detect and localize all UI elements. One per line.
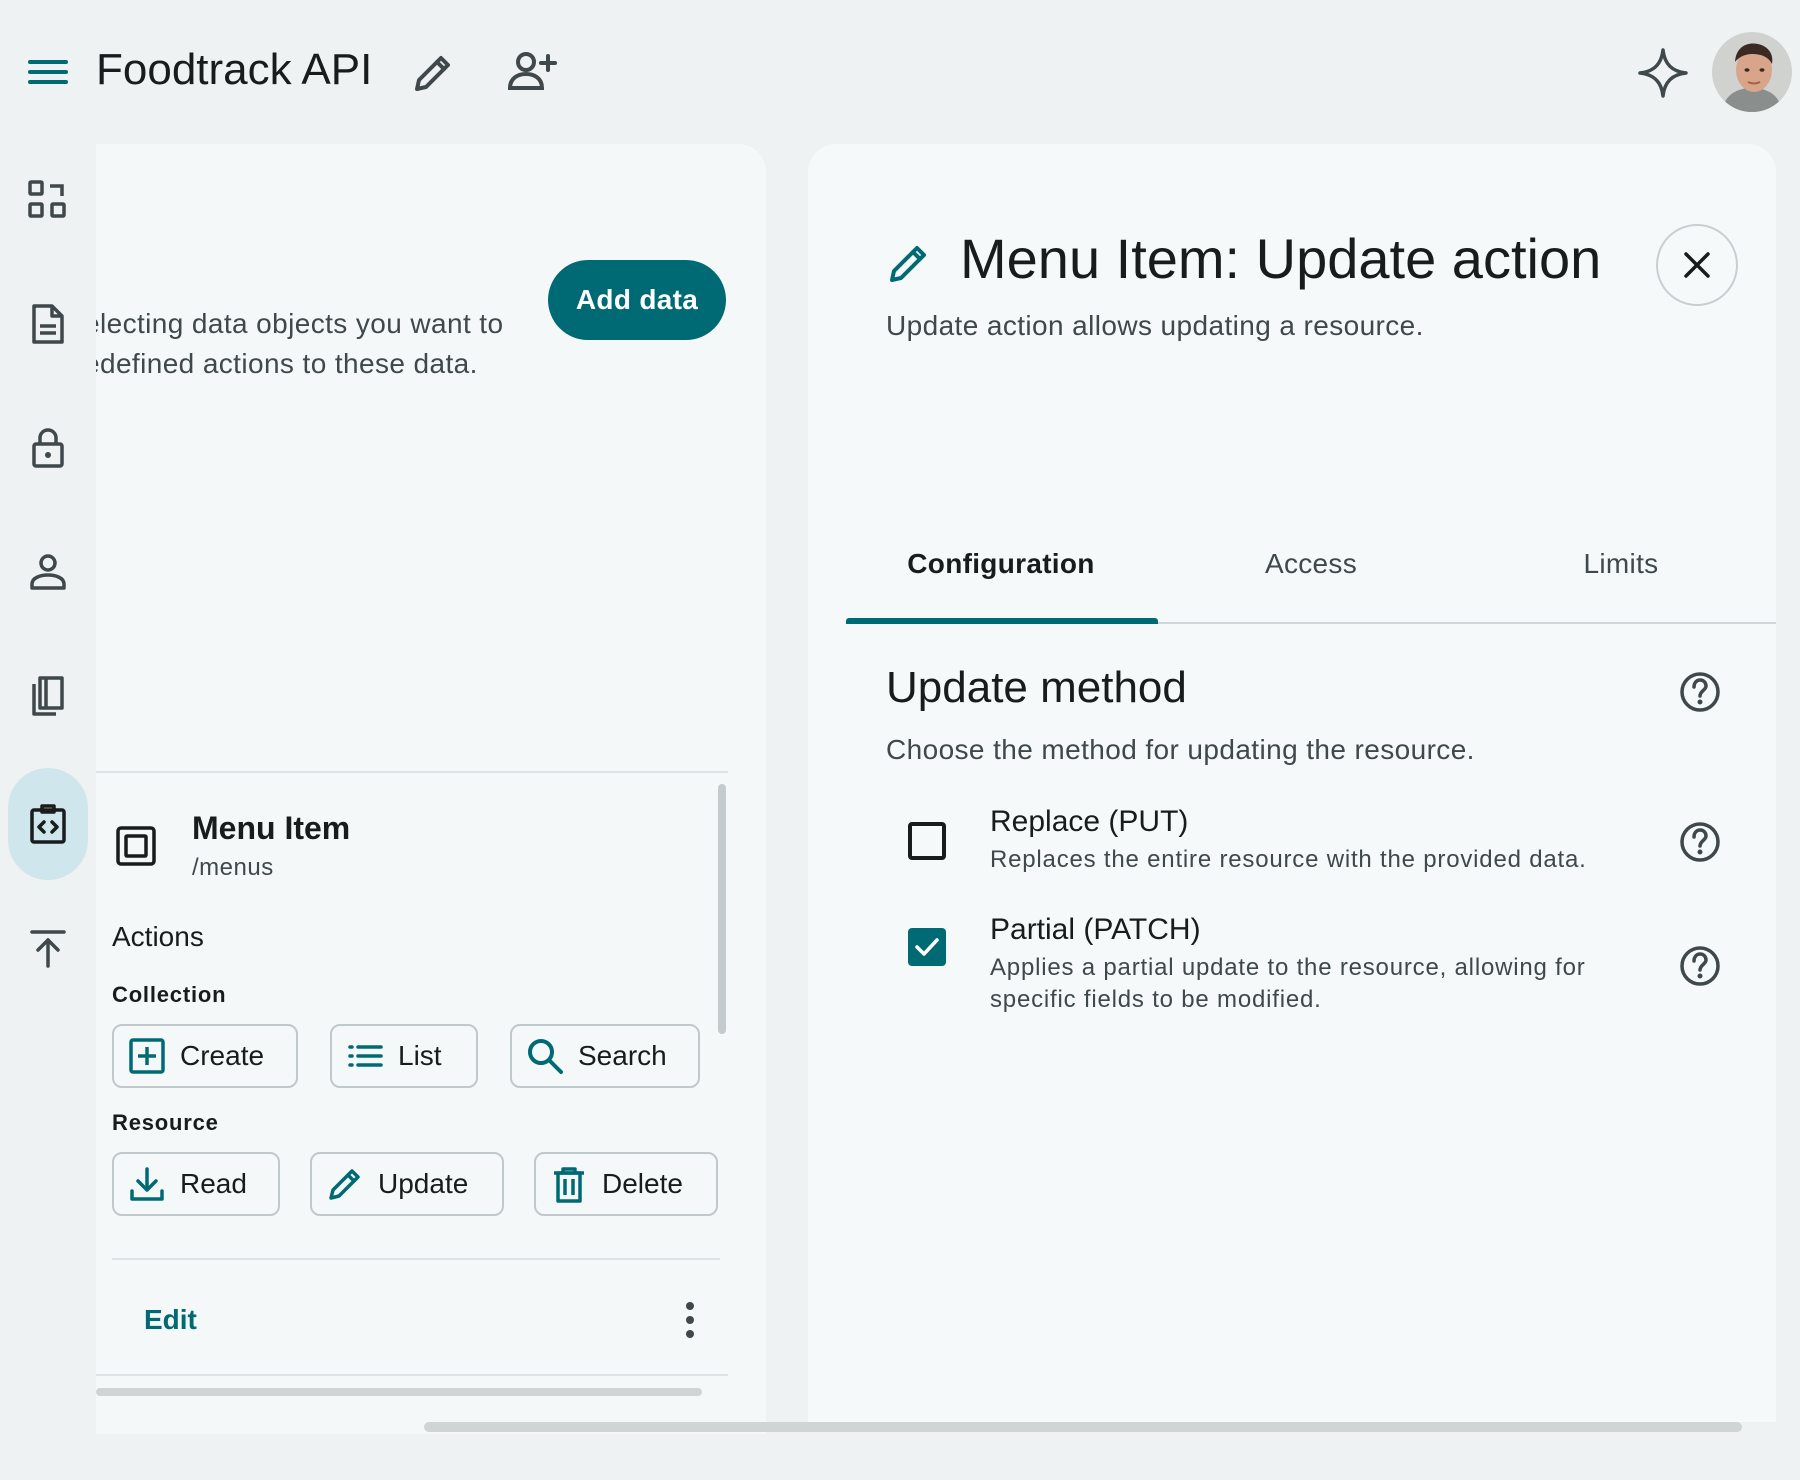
- actions-heading: Actions: [112, 921, 204, 952]
- active-tab-indicator: [846, 618, 1158, 624]
- app-title: Foodtrack API: [96, 45, 373, 94]
- close-icon: [1684, 252, 1710, 278]
- collection-label: Collection: [112, 982, 227, 1007]
- panel-subtitle: Update action allows updating a resource…: [886, 310, 1424, 341]
- pencil-icon: [886, 240, 932, 286]
- divider: [96, 771, 728, 773]
- resource-label: Resource: [112, 1110, 219, 1135]
- api-code-icon: [30, 804, 66, 844]
- partial-patch-description: Applies a partial update to the resource…: [990, 954, 1586, 1013]
- add-box-icon: [129, 1038, 165, 1074]
- list-icon: [348, 1045, 383, 1067]
- rail-item-security[interactable]: [8, 392, 88, 504]
- partial-patch-label: Partial (PATCH): [990, 913, 1201, 946]
- intro-line-1: electing data objects you want to: [96, 308, 504, 339]
- page-horizontal-scrollbar[interactable]: [424, 1422, 1742, 1432]
- rail-item-api[interactable]: [8, 768, 88, 880]
- rail-item-library[interactable]: [8, 640, 88, 752]
- update-action-label: Update: [378, 1168, 469, 1199]
- section-title: Update method: [886, 663, 1187, 712]
- vertical-scrollbar[interactable]: [718, 784, 726, 1034]
- replace-put-description: Replaces the entire resource with the pr…: [990, 846, 1587, 873]
- document-icon: [32, 304, 64, 344]
- trash-icon: [554, 1167, 584, 1203]
- read-action-button[interactable]: Read: [112, 1152, 280, 1216]
- delete-action-button[interactable]: Delete: [534, 1152, 718, 1216]
- edit-entity-link[interactable]: Edit: [144, 1300, 197, 1340]
- intro-text: electing data objects you want to edefin…: [96, 304, 544, 384]
- update-action-button[interactable]: Update: [310, 1152, 504, 1216]
- delete-action-label: Delete: [602, 1168, 683, 1199]
- section-description: Choose the method for updating the resou…: [886, 734, 1475, 765]
- entity-path: /menus: [192, 854, 274, 881]
- add-data-button[interactable]: Add data: [548, 260, 726, 340]
- tab-configuration[interactable]: Configuration: [846, 504, 1156, 624]
- rail-item-documents[interactable]: [8, 268, 88, 380]
- person-icon: [30, 554, 66, 590]
- entity-name: Menu Item: [192, 810, 351, 846]
- dashboard-icon: [28, 180, 66, 218]
- divider: [96, 1374, 728, 1376]
- list-action-button[interactable]: List: [330, 1024, 478, 1088]
- navigation-rail: [0, 140, 96, 1480]
- horizontal-scrollbar[interactable]: [96, 1388, 702, 1396]
- help-icon[interactable]: [1678, 944, 1722, 988]
- help-icon[interactable]: [1678, 670, 1722, 714]
- action-detail-panel: Menu Item: Update action Update action a…: [808, 144, 1776, 1422]
- rail-item-dashboard[interactable]: [8, 144, 88, 256]
- intro-line-2: edefined actions to these data.: [96, 348, 478, 379]
- top-app-bar: Foodtrack API: [0, 0, 1800, 140]
- search-action-button[interactable]: Search: [510, 1024, 700, 1088]
- create-action-button[interactable]: Create: [112, 1024, 298, 1088]
- list-action-label: List: [398, 1040, 442, 1071]
- tab-access[interactable]: Access: [1156, 504, 1466, 624]
- person-add-icon[interactable]: [504, 46, 558, 98]
- entity-square-icon: [114, 824, 158, 868]
- tab-limits[interactable]: Limits: [1466, 504, 1776, 624]
- divider: [112, 1258, 720, 1260]
- help-icon[interactable]: [1678, 820, 1722, 864]
- lock-icon: [32, 428, 64, 468]
- replace-put-label: Replace (PUT): [990, 805, 1189, 838]
- sparkle-icon[interactable]: [1636, 46, 1690, 100]
- rail-item-users[interactable]: [8, 516, 88, 628]
- search-action-label: Search: [578, 1040, 667, 1071]
- check-icon: [915, 938, 939, 956]
- create-action-label: Create: [180, 1040, 265, 1071]
- more-vert-icon[interactable]: [668, 1298, 712, 1342]
- rail-item-publish[interactable]: [8, 892, 88, 1004]
- tab-bar: Configuration Access Limits: [846, 504, 1776, 624]
- close-button[interactable]: [1656, 224, 1738, 306]
- replace-put-checkbox[interactable]: [908, 822, 946, 860]
- menu-icon[interactable]: [24, 50, 72, 94]
- publish-icon: [30, 930, 66, 968]
- download-icon: [130, 1167, 164, 1201]
- pencil-icon: [329, 1169, 360, 1200]
- data-model-panel: electing data objects you want to edefin…: [96, 144, 766, 1434]
- user-avatar[interactable]: [1712, 32, 1792, 112]
- panel-title: Menu Item: Update action: [960, 227, 1602, 290]
- book-icon: [32, 676, 64, 716]
- partial-patch-checkbox[interactable]: [908, 928, 946, 966]
- edit-title-pencil-icon[interactable]: [408, 48, 458, 98]
- read-action-label: Read: [180, 1168, 247, 1199]
- search-icon: [528, 1039, 563, 1074]
